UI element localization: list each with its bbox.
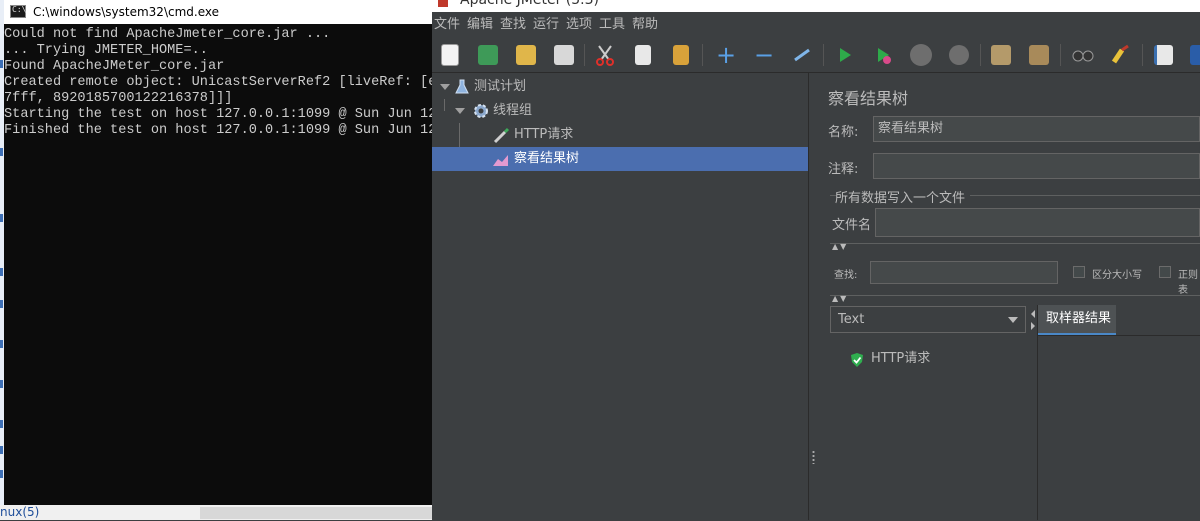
tree-item-http-request[interactable]: HTTP请求 [432, 123, 808, 147]
jmeter-title: Apache JMeter (5.3) [460, 0, 599, 8]
cmd-line: Starting the test on host 127.0.0.1:1099… [4, 107, 432, 122]
jmeter-window[interactable]: Apache JMeter (5.3) 文件 编辑 查找 运行 选项 工具 帮助… [432, 0, 1200, 521]
menu-tools[interactable]: 工具 [599, 12, 625, 37]
success-shield-icon [851, 353, 863, 367]
gear-icon [474, 104, 488, 118]
tab-sampler-result[interactable]: 取样器结果 [1038, 305, 1116, 335]
renderer-select-value: Text [838, 312, 865, 327]
tree-label: 察看结果树 [514, 151, 580, 166]
start-no-pause-icon[interactable] [870, 41, 896, 69]
flask-icon [455, 79, 469, 94]
result-item-label[interactable]: HTTP请求 [871, 349, 930, 369]
results-splitter[interactable] [1029, 305, 1037, 520]
shutdown-icon [946, 41, 972, 69]
background-window-text: nux(5) [0, 505, 40, 519]
templates-icon[interactable] [475, 41, 501, 69]
panel-title: 察看结果树 [828, 89, 909, 108]
name-field[interactable]: 察看结果树 [873, 116, 1200, 142]
tab-body [1038, 335, 1200, 521]
cmd-line: 7fff, 8920185700122216378]]] [4, 91, 233, 106]
cmd-app-icon [10, 5, 26, 18]
new-icon[interactable] [437, 41, 463, 69]
chart-icon [493, 155, 508, 166]
splitter-grip[interactable] [812, 450, 815, 464]
start-icon[interactable] [832, 41, 858, 69]
menu-run[interactable]: 运行 [533, 12, 559, 37]
paste-icon[interactable] [668, 41, 694, 69]
comment-field[interactable] [873, 153, 1200, 179]
regex-label: 正则表 [1178, 270, 1198, 296]
cmd-title: C:\windows\system32\cmd.exe [33, 5, 219, 19]
write-all-label: 所有数据写入一个文件 [835, 191, 966, 206]
clear-icon[interactable] [988, 41, 1014, 69]
tree-label: 测试计划 [474, 79, 527, 94]
jmeter-app-icon [438, 0, 448, 7]
cmd-window[interactable]: C:\windows\system32\cmd.exe Could not fi… [4, 0, 432, 505]
menu-options[interactable]: 选项 [566, 12, 592, 37]
help-icon[interactable] [1184, 41, 1200, 69]
cmd-line: Found ApacheJMeter_core.jar [4, 59, 225, 74]
cmd-output[interactable]: Could not find ApacheJmeter_core.jar ...… [4, 27, 432, 505]
test-plan-tree[interactable]: 测试计划 线程组 HTTP请求 察看结果树 [432, 73, 809, 520]
open-icon[interactable] [513, 41, 539, 69]
search-label: 查找: [834, 270, 858, 281]
name-label: 名称: [828, 125, 859, 140]
search-icon[interactable] [1070, 41, 1096, 69]
collapse-arrows-2[interactable]: ▲▼ [832, 294, 848, 303]
menu-help[interactable]: 帮助 [632, 12, 658, 37]
comment-label: 注释: [828, 162, 859, 177]
tree-item-view-results-tree[interactable]: 察看结果树 [432, 147, 808, 171]
cmd-line: Finished the test on host 127.0.0.1:1099… [4, 123, 432, 138]
tab-label: 取样器结果 [1046, 311, 1112, 326]
toolbar: + − [432, 38, 1200, 73]
menu-search[interactable]: 查找 [500, 12, 526, 37]
tree-label: 线程组 [493, 103, 533, 118]
collapse-arrows[interactable]: ▲▼ [832, 242, 848, 251]
view-results-tree-panel: 察看结果树 名称: 察看结果树 注释: 所有数据写入一个文件 文件名 ▲▼ 查找… [818, 73, 1200, 521]
cut-icon[interactable] [592, 41, 618, 69]
menu-bar: 文件 编辑 查找 运行 选项 工具 帮助 [432, 12, 1200, 38]
pipette-icon [493, 127, 510, 144]
menu-file[interactable]: 文件 [434, 12, 460, 37]
cmd-line: ... Trying JMETER_HOME=.. [4, 43, 208, 58]
clear-all-icon[interactable] [1026, 41, 1052, 69]
result-list[interactable]: HTTP请求 [830, 335, 1026, 520]
cmd-titlebar[interactable]: C:\windows\system32\cmd.exe [4, 0, 432, 24]
save-icon[interactable] [551, 41, 577, 69]
cmd-line: Created remote object: UnicastServerRef2… [4, 75, 432, 90]
stop-icon [908, 41, 934, 69]
menu-edit[interactable]: 编辑 [467, 12, 493, 37]
filename-field[interactable] [875, 208, 1200, 237]
regex-checkbox[interactable] [1159, 266, 1171, 278]
toggle-icon[interactable] [789, 41, 815, 69]
tree-label: HTTP请求 [514, 127, 574, 142]
collapse-icon[interactable]: − [751, 41, 777, 69]
renderer-select[interactable]: Text [830, 306, 1026, 333]
background-scrollbar[interactable] [200, 507, 432, 519]
cmd-line: Could not find ApacheJmeter_core.jar ... [4, 27, 331, 42]
chevron-down-icon [1008, 317, 1018, 323]
tree-item-thread-group[interactable]: 线程组 [432, 99, 808, 123]
case-sensitive-checkbox[interactable] [1073, 266, 1085, 278]
expand-icon[interactable]: + [713, 41, 739, 69]
filename-label: 文件名 [832, 218, 872, 233]
case-sensitive-label: 区分大小写 [1092, 270, 1142, 281]
tree-item-test-plan[interactable]: 测试计划 [432, 75, 808, 99]
function-helper-icon[interactable] [1150, 41, 1176, 69]
search-field[interactable] [870, 261, 1058, 284]
reset-search-icon[interactable] [1108, 41, 1134, 69]
jmeter-titlebar[interactable]: Apache JMeter (5.3) [432, 0, 1200, 12]
copy-icon[interactable] [630, 41, 656, 69]
result-tabs: 取样器结果 [1037, 305, 1200, 521]
